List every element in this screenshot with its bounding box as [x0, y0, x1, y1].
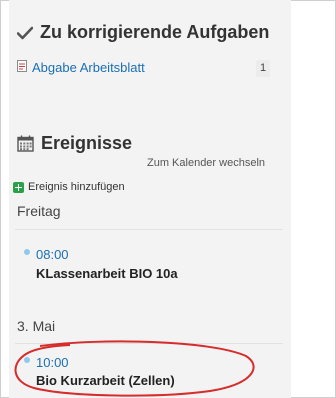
event-dot-icon	[24, 248, 30, 255]
day-label: 3. Mai	[17, 318, 56, 334]
tasks-heading-label: Zu korrigierende Aufgaben	[40, 22, 270, 42]
event-dot-icon	[24, 356, 30, 363]
event-time-link[interactable]: 10:00	[24, 355, 69, 370]
event-title[interactable]: KLassenarbeit BIO 10a	[36, 266, 178, 281]
document-icon	[17, 60, 27, 75]
tasks-heading: Zu korrigierende Aufgaben	[17, 22, 269, 43]
check-icon	[17, 26, 33, 40]
add-event-button[interactable]: Ereignis hinzufügen	[13, 181, 125, 193]
event-title[interactable]: Bio Kurzarbeit (Zellen)	[36, 373, 175, 388]
events-heading-label: Ereignisse	[41, 133, 133, 153]
task-item-label: Abgabe Arbeitsblatt	[32, 60, 145, 75]
task-item-link[interactable]: Abgabe Arbeitsblatt	[17, 60, 145, 75]
events-heading: Ereignisse	[17, 133, 132, 154]
calendar-link[interactable]: Zum Kalender wechseln	[147, 157, 265, 169]
calendar-icon	[17, 135, 34, 152]
day-divider	[15, 229, 283, 230]
task-count-badge: 1	[256, 60, 270, 77]
event-time-link[interactable]: 08:00	[24, 247, 69, 262]
day-label: Freitag	[17, 203, 61, 219]
day-divider	[15, 343, 283, 344]
add-event-label: Ereignis hinzufügen	[28, 181, 125, 193]
event-time: 10:00	[36, 355, 69, 370]
plus-icon	[13, 181, 24, 193]
event-time: 08:00	[36, 247, 69, 262]
